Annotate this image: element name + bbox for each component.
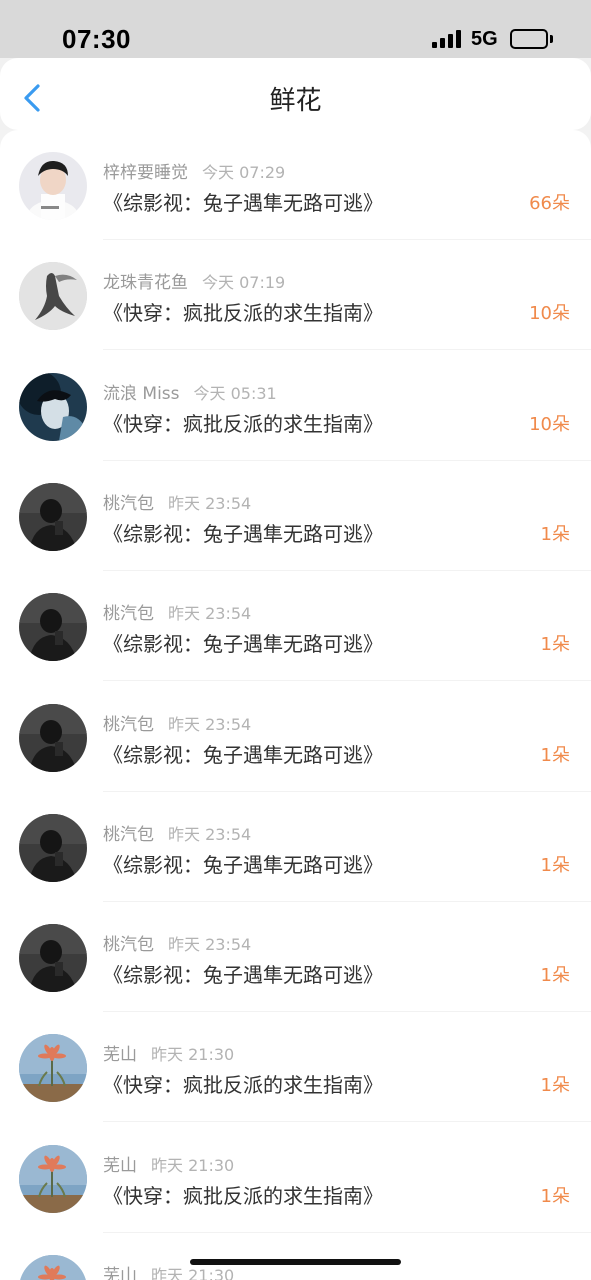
avatar[interactable] — [19, 152, 87, 220]
user-name[interactable]: 芜山 — [103, 1156, 137, 1176]
name-line: 桃汽包 昨天 23:54 — [103, 820, 251, 845]
page-title: 鲜花 — [269, 86, 322, 116]
avatar[interactable] — [19, 1144, 87, 1213]
flower-amount: 1朵 — [540, 1185, 570, 1207]
name-line: 流浪 Miss 今天 05:31 — [103, 379, 277, 404]
avatar[interactable] — [19, 372, 87, 441]
gift-time: 昨天 23:54 — [168, 604, 252, 624]
gift-list-area: 梓梓要睡觉 今天 07:29 《综影视：兔子遇隼无路可逃》 66朵 龙珠青花鱼 今天 07… — [0, 130, 591, 1280]
gift-time: 昨天 21:30 — [151, 1045, 235, 1065]
book-title[interactable]: 《快穿：疯批反派的求生指南》 — [103, 408, 383, 437]
gift-time: 昨天 23:54 — [168, 824, 252, 844]
battery-icon — [510, 29, 548, 49]
flower-amount: 1朵 — [540, 744, 570, 766]
gift-row[interactable]: 桃汽包 昨天 23:54 《综影视：兔子遇隼无路可逃》 1朵 — [0, 902, 591, 1013]
user-name[interactable]: 桃汽包 — [103, 604, 154, 624]
gift-row[interactable]: 芜山 昨天 21:30 — [0, 1233, 591, 1280]
book-title[interactable]: 《综影视：兔子遇隼无路可逃》 — [103, 959, 383, 988]
gift-row[interactable]: 流浪 Miss 今天 05:31 《快穿：疯批反派的求生指南》 10朵 — [0, 351, 591, 461]
book-title[interactable]: 《快穿：疯批反派的求生指南》 — [103, 1069, 383, 1098]
gift-time: 昨天 21:30 — [151, 1155, 235, 1175]
gift-time: 今天 07:29 — [202, 163, 286, 182]
status-bar: 07:30 5G — [0, 0, 591, 58]
avatar[interactable] — [19, 262, 87, 331]
screen: 07:30 5G 鲜花 梓梓要睡觉 今天 07:29 《综影视：兔子遇隼无路可逃》 6… — [0, 0, 591, 1280]
gift-row[interactable]: 梓梓要睡觉 今天 07:29 《综影视：兔子遇隼无路可逃》 66朵 — [0, 130, 591, 240]
flower-amount: 10朵 — [529, 303, 570, 325]
flower-amount: 10朵 — [529, 413, 570, 435]
flower-amount: 1朵 — [540, 634, 570, 656]
avatar[interactable] — [19, 813, 87, 882]
flower-amount: 1朵 — [540, 965, 570, 987]
avatar[interactable] — [19, 703, 87, 772]
user-name[interactable]: 龙珠青花鱼 — [103, 273, 188, 293]
battery-tip — [550, 35, 553, 43]
gift-row[interactable]: 桃汽包 昨天 23:54 《综影视：兔子遇隼无路可逃》 1朵 — [0, 682, 591, 792]
signal-icon — [432, 30, 464, 48]
status-time: 07:30 — [62, 24, 131, 54]
book-title[interactable]: 《综影视：兔子遇隼无路可逃》 — [103, 849, 383, 878]
nav-bar: 鲜花 — [0, 58, 591, 130]
gift-list: 梓梓要睡觉 今天 07:29 《综影视：兔子遇隼无路可逃》 66朵 龙珠青花鱼 今天 07… — [0, 130, 591, 1280]
name-line: 芜山 昨天 21:30 — [103, 1040, 234, 1065]
user-name[interactable]: 梓梓要睡觉 — [103, 163, 188, 183]
name-line: 桃汽包 昨天 23:54 — [103, 930, 251, 955]
gift-time: 今天 07:19 — [202, 273, 286, 293]
gift-row[interactable]: 桃汽包 昨天 23:54 《综影视：兔子遇隼无路可逃》 1朵 — [0, 792, 591, 902]
gift-row[interactable]: 龙珠青花鱼 今天 07:19 《快穿：疯批反派的求生指南》 10朵 — [0, 240, 591, 351]
home-indicator — [190, 1259, 401, 1265]
flower-amount: 1朵 — [540, 854, 570, 876]
flower-amount: 1朵 — [540, 523, 570, 545]
user-name[interactable]: 桃汽包 — [103, 494, 154, 514]
gift-row[interactable]: 芜山 昨天 21:30 《快穿：疯批反派的求生指南》 1朵 — [0, 1123, 591, 1233]
avatar[interactable] — [19, 482, 87, 551]
user-name[interactable]: 桃汽包 — [103, 935, 154, 955]
flower-amount: 1朵 — [540, 1075, 570, 1097]
avatar[interactable] — [19, 593, 87, 662]
gift-time: 昨天 23:54 — [168, 714, 252, 734]
user-name[interactable]: 桃汽包 — [103, 825, 154, 845]
avatar[interactable] — [19, 1255, 87, 1280]
book-title[interactable]: 《综影视：兔子遇隼无路可逃》 — [103, 739, 383, 768]
gift-row[interactable]: 桃汽包 昨天 23:54 《综影视：兔子遇隼无路可逃》 1朵 — [0, 571, 591, 682]
avatar[interactable] — [19, 924, 87, 993]
user-name[interactable]: 流浪 Miss — [103, 384, 180, 404]
gift-row[interactable]: 桃汽包 昨天 23:54 《综影视：兔子遇隼无路可逃》 1朵 — [0, 461, 591, 571]
book-title[interactable]: 《综影视：兔子遇隼无路可逃》 — [103, 518, 383, 547]
book-title[interactable]: 《快穿：疯批反派的求生指南》 — [103, 1180, 383, 1209]
user-name[interactable]: 桃汽包 — [103, 715, 154, 735]
network-label: 5G — [471, 28, 498, 50]
gift-time: 昨天 21:30 — [151, 1266, 235, 1280]
name-line: 龙珠青花鱼 今天 07:19 — [103, 268, 285, 293]
user-name[interactable]: 芜山 — [103, 1045, 137, 1065]
name-line: 梓梓要睡觉 今天 07:29 — [103, 158, 285, 183]
gift-time: 今天 05:31 — [193, 383, 277, 403]
avatar[interactable] — [19, 1034, 87, 1103]
name-line: 桃汽包 昨天 23:54 — [103, 710, 251, 735]
flower-amount: 66朵 — [529, 193, 570, 214]
gift-time: 昨天 23:54 — [168, 493, 252, 513]
book-title[interactable]: 《快穿：疯批反派的求生指南》 — [103, 297, 383, 326]
book-title[interactable]: 《综影视：兔子遇隼无路可逃》 — [103, 187, 383, 216]
book-title[interactable]: 《综影视：兔子遇隼无路可逃》 — [103, 628, 383, 657]
name-line: 桃汽包 昨天 23:54 — [103, 599, 251, 624]
user-name[interactable]: 芜山 — [103, 1266, 137, 1280]
nav-sheet: 鲜花 — [0, 58, 591, 130]
gift-time: 昨天 23:54 — [168, 935, 252, 955]
name-line: 桃汽包 昨天 23:54 — [103, 489, 251, 514]
name-line: 芜山 昨天 21:30 — [103, 1151, 234, 1176]
gift-row[interactable]: 芜山 昨天 21:30 《快穿：疯批反派的求生指南》 1朵 — [0, 1012, 591, 1123]
